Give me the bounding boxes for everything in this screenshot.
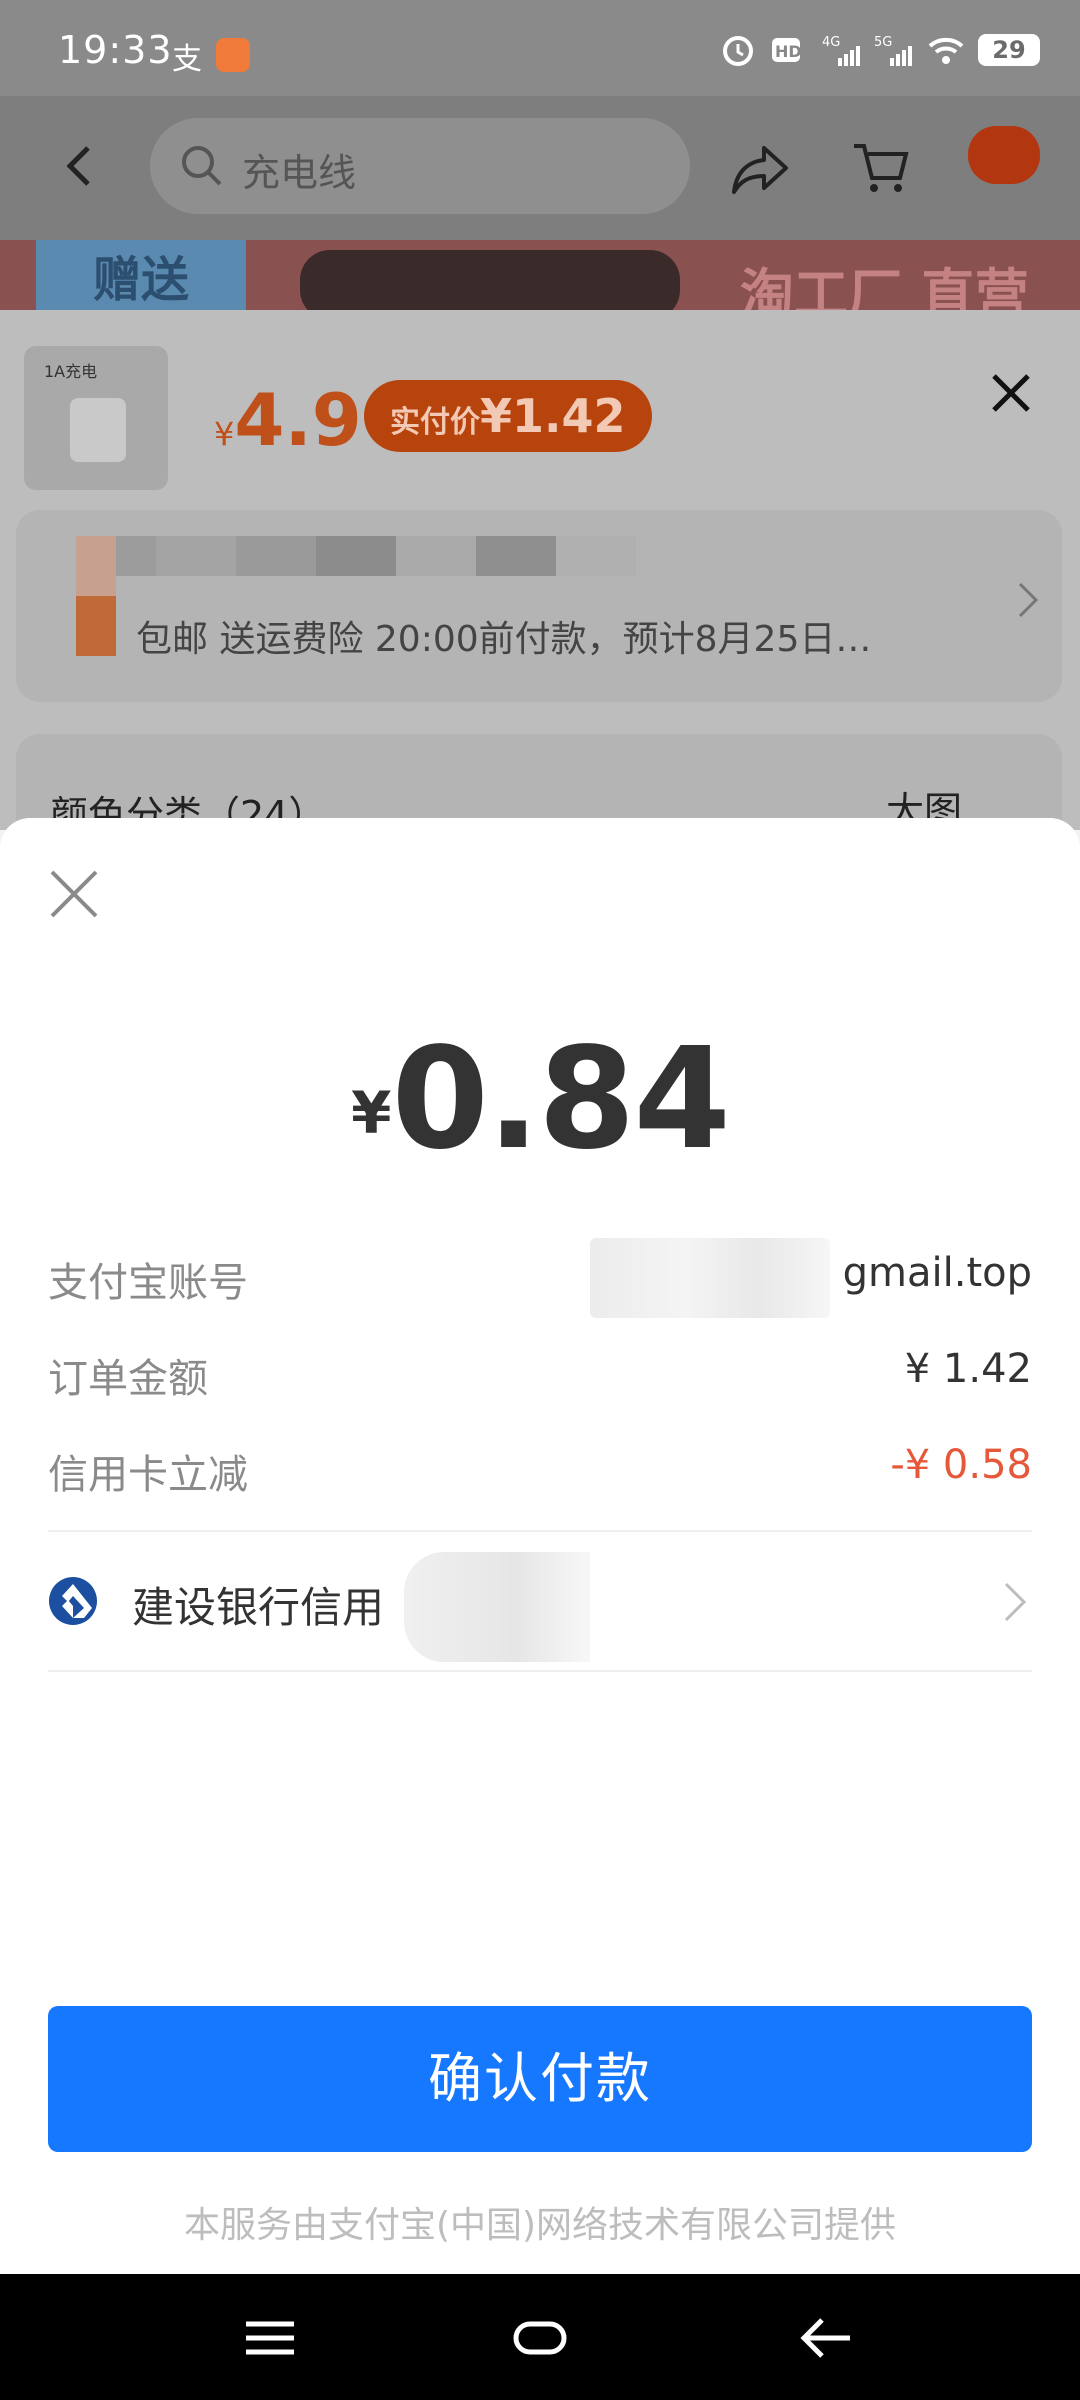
- order-amount-label: 订单金额: [48, 1356, 208, 1402]
- close-panel-icon[interactable]: [988, 370, 1034, 416]
- alipay-account-value: gmail.top: [842, 1250, 1032, 1296]
- alipay-account-label: 支付宝账号: [48, 1260, 248, 1306]
- banner-image: [300, 250, 680, 310]
- credit-discount-label: 信用卡立减: [48, 1452, 248, 1498]
- alipay-notification-icon: 支: [172, 42, 202, 77]
- product-thumbnail: 1A充电: [24, 346, 168, 490]
- credit-discount-value: -¥ 0.58: [890, 1442, 1032, 1488]
- battery-icon: 29: [978, 34, 1040, 66]
- sku-selection-panel: 1A充电 ¥4.9 实付价¥1.42 包邮 送运费险 20:00前付款，预计8月…: [0, 310, 1080, 874]
- paid-amount: ¥1.42: [480, 389, 626, 443]
- menu-icon[interactable]: [240, 2310, 300, 2366]
- promo-banner: 赠送 淘工厂 直营: [0, 240, 1080, 310]
- redacted-account: [590, 1238, 830, 1318]
- payment-amount: ¥0.84: [0, 1018, 1080, 1181]
- credit-discount-row: 信用卡立减 -¥ 0.58: [48, 1442, 1032, 1502]
- svg-text:4G: 4G: [822, 35, 840, 50]
- wifi-icon: [928, 37, 964, 64]
- divider: [48, 1530, 1032, 1532]
- payment-method-name: 建设银行信用: [132, 1583, 385, 1632]
- cart-icon[interactable]: [850, 138, 910, 198]
- price-value: 4.9: [234, 378, 362, 462]
- thumb-label: 1A充电: [44, 362, 98, 381]
- amount-value: 0.84: [391, 1018, 730, 1181]
- order-amount-value: ¥ 1.42: [904, 1346, 1032, 1392]
- product-top-nav: 充电线: [0, 96, 1080, 240]
- brand-label: 淘工厂 直营: [740, 263, 1029, 310]
- status-icons: HD 4G 5G 29: [718, 30, 1040, 70]
- payment-method-row[interactable]: 建设银行信用: [48, 1536, 1032, 1668]
- product-price: ¥4.9: [214, 378, 362, 462]
- 5g-signal-icon: 5G: [874, 35, 912, 66]
- share-icon[interactable]: [730, 140, 790, 196]
- search-icon: [182, 146, 222, 186]
- confirm-payment-button[interactable]: 确认付款: [48, 2006, 1032, 2152]
- payment-sheet: ¥0.84 支付宝账号 gmail.top 订单金额 ¥ 1.42 信用卡立减 …: [0, 818, 1080, 2274]
- app-notification-icon: [216, 38, 250, 72]
- home-icon[interactable]: [510, 2310, 570, 2366]
- back-arrow-icon[interactable]: [60, 142, 100, 190]
- price-currency: ¥: [214, 415, 235, 453]
- divider: [48, 1670, 1032, 1672]
- order-amount-row: 订单金额 ¥ 1.42: [48, 1346, 1032, 1406]
- amount-currency: ¥: [351, 1079, 392, 1147]
- status-bar: 19:33 支 HD 4G 5G 29: [0, 0, 1080, 96]
- charger-image: [70, 398, 126, 462]
- svg-text:HD: HD: [775, 42, 802, 61]
- 4g-signal-icon: 4G: [822, 35, 860, 66]
- paid-label: 实付价: [390, 405, 480, 440]
- close-icon[interactable]: [48, 868, 100, 920]
- shipping-card[interactable]: 包邮 送运费险 20:00前付款，预计8月25日…: [16, 510, 1062, 702]
- gift-label: 赠送: [36, 240, 246, 310]
- system-nav-bar: [0, 2274, 1080, 2400]
- search-bar[interactable]: 充电线: [150, 118, 690, 214]
- search-placeholder: 充电线: [242, 151, 357, 195]
- ccb-bank-logo-icon: [49, 1577, 97, 1625]
- back-icon[interactable]: [796, 2310, 856, 2366]
- alarm-icon: [723, 36, 753, 66]
- shipping-text: 包邮 送运费险 20:00前付款，预计8月25日…: [136, 619, 872, 660]
- paid-price-badge: 实付价¥1.42: [364, 380, 652, 452]
- chevron-right-icon: [1018, 582, 1039, 618]
- svg-text:5G: 5G: [874, 35, 892, 50]
- status-time: 19:33: [58, 28, 173, 72]
- alipay-account-row: 支付宝账号 gmail.top: [48, 1250, 1032, 1310]
- chat-icon[interactable]: [968, 126, 1040, 184]
- redacted-card-number: [404, 1552, 590, 1662]
- chevron-right-icon: [1004, 1582, 1027, 1622]
- service-provider-note: 本服务由支付宝(中国)网络技术有限公司提供: [183, 2205, 897, 2246]
- hd-icon: HD: [772, 38, 802, 62]
